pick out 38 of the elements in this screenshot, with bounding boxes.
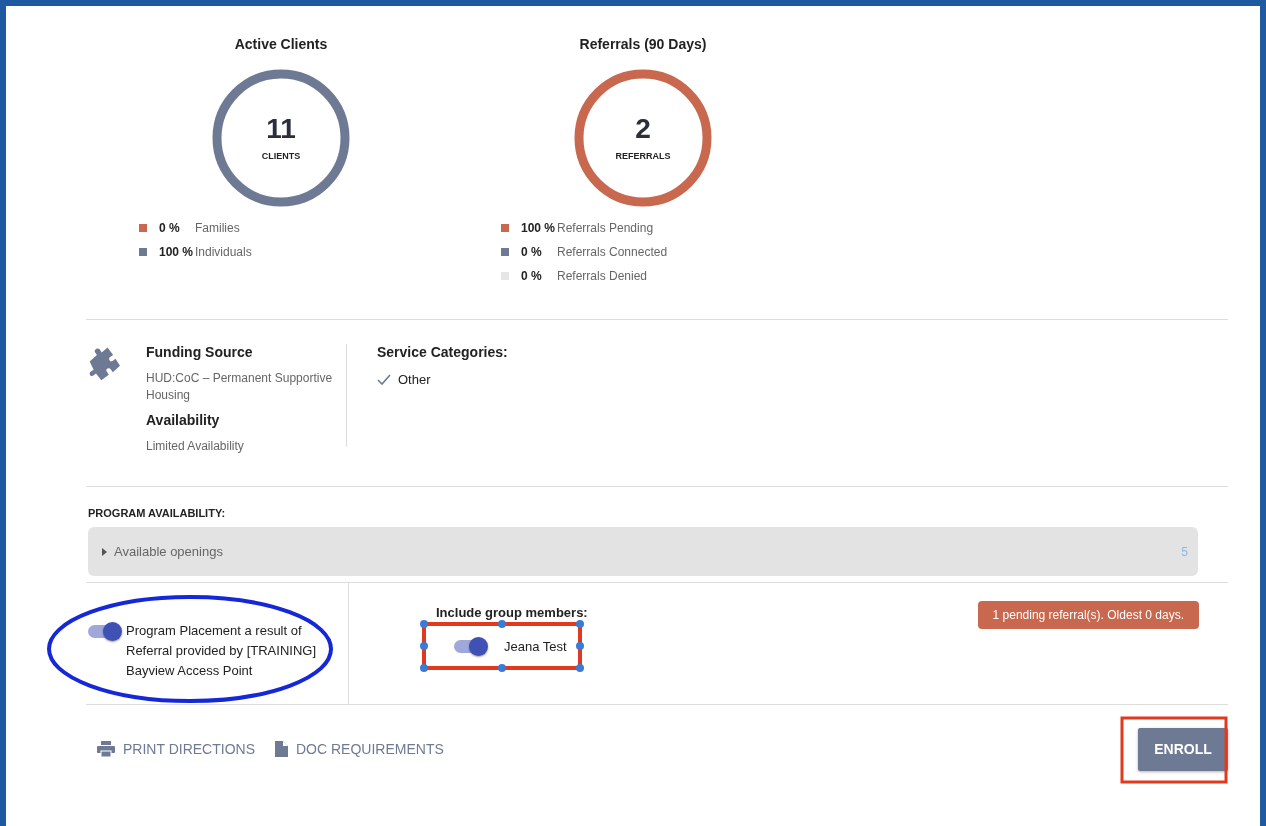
legend-percent: 0 %: [159, 221, 181, 235]
stat-unit: REFERRALS: [615, 151, 671, 161]
legend-percent: 0 %: [521, 269, 543, 283]
stat-unit: CLIENTS: [261, 151, 301, 161]
legend-percent: 100 %: [159, 245, 195, 259]
stat-title: Active Clients: [234, 36, 328, 52]
stat-value: 11: [266, 115, 296, 143]
section-heading: PROGRAM AVAILABILITY:: [88, 507, 227, 519]
legend-label: Families: [195, 221, 240, 235]
legend-label: Individuals: [195, 245, 252, 259]
stat-title: Referrals (90 Days): [579, 36, 707, 52]
openings-row[interactable]: Available openings 5: [88, 527, 1198, 576]
openings-count: 5: [1181, 544, 1188, 559]
legend-label: Referrals Connected: [557, 245, 668, 259]
enroll-button[interactable]: ENROLL: [1138, 727, 1228, 771]
alert-badge: 1 pending referral(s). Oldest 0 days.: [977, 601, 1199, 629]
availability-value: Limited Availability: [146, 438, 245, 455]
stat-value: 2: [635, 115, 651, 143]
toggle-switch[interactable]: [88, 625, 120, 638]
legend-label: Referrals Pending: [557, 221, 654, 235]
document-icon: [275, 741, 288, 757]
referral-text: Program Placement a result of Referral provided by [TRAINING] Bayview Access Point: [126, 622, 317, 680]
printer-icon: [97, 741, 115, 757]
service-heading: Service Categories:: [377, 344, 508, 360]
legend-label: Referrals Denied: [557, 269, 648, 283]
funding-value: HUD:CoC – Permanent Supportive Housing: [146, 370, 334, 404]
availability-heading: Availability: [146, 412, 221, 428]
toggle-switch[interactable]: [454, 639, 486, 653]
service-item: Other: [398, 372, 431, 387]
group-heading: Include group members:: [436, 605, 589, 620]
funding-heading: Funding Source: [146, 344, 254, 360]
legend-percent: 0 %: [521, 245, 543, 259]
member-name: Jeana Test: [504, 638, 567, 654]
openings-label: Available openings: [114, 544, 224, 559]
action-link[interactable]: DOC REQUIREMENTS: [275, 741, 444, 757]
legend-percent: 100 %: [521, 221, 557, 235]
action-link[interactable]: PRINT DIRECTIONS: [97, 741, 255, 757]
caret-icon: [102, 547, 108, 556]
